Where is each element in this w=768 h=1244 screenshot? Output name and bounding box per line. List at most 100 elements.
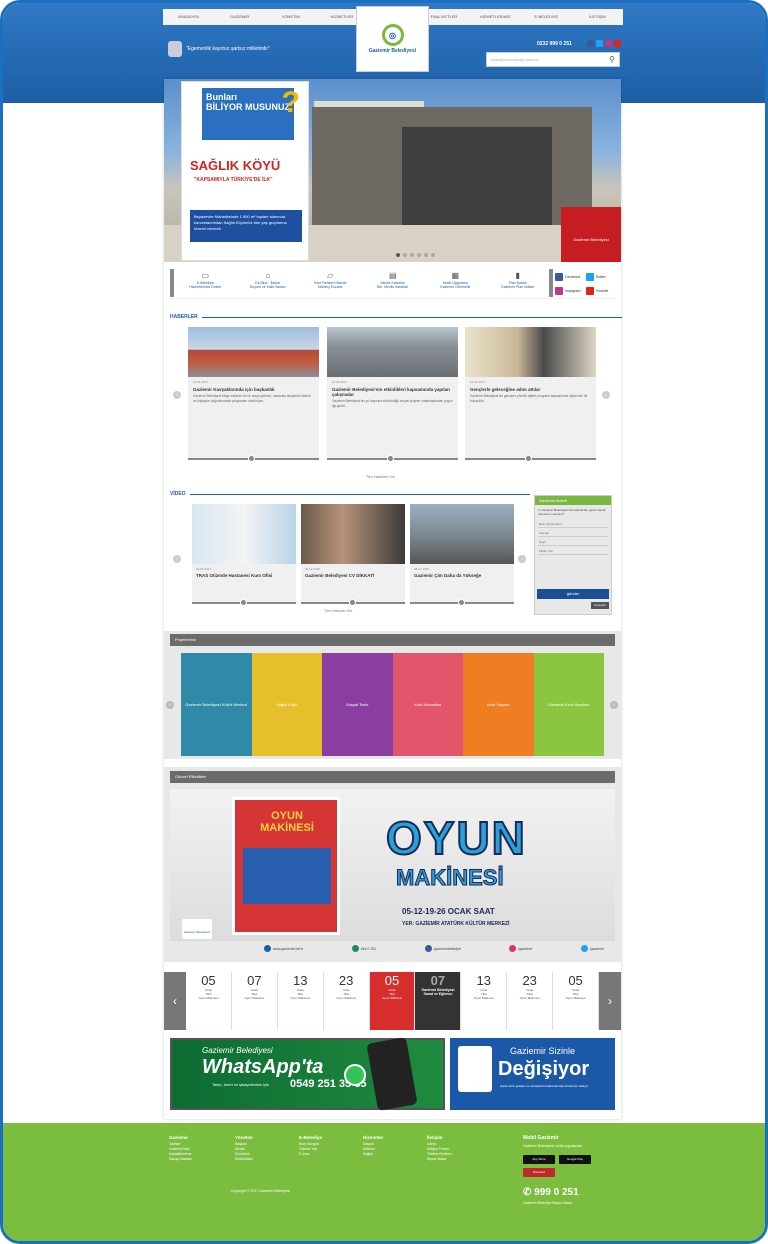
nav-item-gaziemir[interactable]: GAZİEMİR xyxy=(214,9,265,25)
instagram-icon[interactable] xyxy=(605,40,612,47)
project-tile[interactable]: Gaziemir Kent Meydanı xyxy=(533,653,604,756)
google-play-button[interactable]: Google Play xyxy=(559,1155,591,1164)
project-tile[interactable]: Sosyal Tesis xyxy=(322,653,393,756)
nav-item-hizmetlerimiz[interactable]: HİZMETLERİMİZ xyxy=(470,9,521,25)
degisiyor-banner[interactable]: Gaziemir Sizinle Değişiyor Gaziemir'in g… xyxy=(450,1038,615,1110)
project-tile[interactable]: Kent Yaşamı xyxy=(463,653,534,756)
promo-box: Beyazevler Mahallesinde 1.500 m² toplam … xyxy=(190,210,302,242)
twitter-icon[interactable] xyxy=(596,40,603,47)
survey-option[interactable]: Fikrim yok xyxy=(538,548,608,555)
twitter-icon xyxy=(580,945,588,952)
app-store-button[interactable]: App Store xyxy=(523,1155,555,1164)
quick-social-facebook[interactable]: Facebook xyxy=(555,271,583,282)
survey-option[interactable]: Hayır xyxy=(538,539,608,546)
banner-link-phone[interactable]: 444 0 251 xyxy=(351,945,376,952)
quick-link-plan[interactable]: ▮ Plan Notları Gaziemir Plan Notları xyxy=(487,269,550,298)
projects-prev-arrow[interactable]: ‹ xyxy=(166,701,174,709)
youtube-icon[interactable] xyxy=(614,40,621,47)
slider-dot[interactable] xyxy=(410,253,414,257)
footer-col: İletişim Adres İletişim Formu Telefon Re… xyxy=(427,1135,452,1162)
survey-option[interactable]: Evet memnunum xyxy=(538,521,608,528)
news-title: Gençlerle geleceğine adım attılar xyxy=(470,387,541,392)
project-tile[interactable]: Sağlık Köyü xyxy=(251,653,322,756)
event-banner[interactable]: OYUN MAKİNESİ OYUN MAKİNESİ 05-12-19-26 … xyxy=(170,789,615,941)
day-number: 07 xyxy=(247,973,262,988)
footer-link[interactable]: Sağlık xyxy=(363,1152,383,1157)
footer-link[interactable]: Sanayi Alanları xyxy=(169,1157,192,1162)
video-card[interactable]: 02.01.2017 TRAS Otizmde Hastanesi Kum Of… xyxy=(192,504,296,606)
video-card[interactable]: 30.12.2016 Gaziemir Belediyesi CV DİKKAT… xyxy=(301,504,405,606)
news-more-link[interactable]: Tüm Haberleri Gör xyxy=(366,475,395,479)
news-card[interactable]: 10.01.2017 Gençlerle geleceğine adım att… xyxy=(465,327,596,462)
slider-dot[interactable] xyxy=(396,253,400,257)
slider-dot[interactable] xyxy=(417,253,421,257)
nav-item-iletisim[interactable]: İLETİŞİM xyxy=(572,9,623,25)
project-tile[interactable]: Kent Hizmetleri xyxy=(392,653,463,756)
site-logo[interactable]: ◎ Gaziemir Belediyesi xyxy=(356,6,429,72)
survey-option[interactable]: Kısmen xyxy=(538,530,608,537)
quick-link-ebelediye[interactable]: ▭ E-Belediye Hizmetlerimiz Online xyxy=(174,269,237,298)
calendar-day[interactable]: 07 Ocak TEA Oyun Makinesi xyxy=(231,972,278,1030)
quick-social-twitter[interactable]: Twitter xyxy=(585,271,614,282)
calendar-day-active[interactable]: 05 Ocak TEA Oyun Makinesi xyxy=(369,972,416,1030)
video-knob xyxy=(240,599,247,606)
day-sub: Oyun Makinesi xyxy=(519,996,540,1000)
nav-item-anasayfa[interactable]: ANASAYFA xyxy=(163,9,214,25)
project-tile[interactable]: Gaziemir Belediyesi Kültür Merkezi xyxy=(181,653,252,756)
banner-link-facebook[interactable]: /gaziemirbelediye xyxy=(424,945,461,952)
slider-dot[interactable] xyxy=(431,253,435,257)
slider-dot[interactable] xyxy=(424,253,428,257)
banner-link-twitter[interactable]: /gaziemir xyxy=(580,945,604,952)
search-input[interactable]: Aradığınız kelimeyi yazınız ⚲ xyxy=(486,52,620,67)
calendar-day[interactable]: 05 Ocak TEA Oyun Makinesi xyxy=(186,972,232,1030)
quick-link-ilanlar[interactable]: ⌂ Ek Bina - İlanlar Duyuru ve İhale İlanla… xyxy=(237,269,300,298)
nav-item-yonetim[interactable]: YÖNETİM xyxy=(265,9,316,25)
news-card[interactable]: 12.01.2017 Gaziemir Kavşaklarında için b… xyxy=(188,327,319,462)
projects-next-arrow[interactable]: › xyxy=(610,701,618,709)
footer-link[interactable]: Müdürlükler xyxy=(235,1157,253,1162)
promo-ask-main: BİLİYOR MUSUNUZ xyxy=(206,102,290,112)
day-number: 05 xyxy=(384,973,400,988)
quick-social-youtube[interactable]: Youtube xyxy=(585,285,614,296)
calendar-day[interactable]: 05 Ocak TEA Oyun Makinesi xyxy=(553,972,600,1030)
footer: Gaziemir Tarihçe Gaziemir'imiz Mahallele… xyxy=(3,1123,765,1241)
calendar-day[interactable]: 13 Ocak TEA Oyun Makinesi xyxy=(461,972,508,1030)
news-card[interactable]: 11.01.2017 Gaziemir Belediyesi'nin etkin… xyxy=(327,327,458,462)
news-next-arrow[interactable]: › xyxy=(602,391,610,399)
footer-link[interactable]: Beyaz Masa xyxy=(427,1157,452,1162)
calendar-next-button[interactable]: › xyxy=(599,972,622,1030)
news-desc: Gaziemir Belediyesi'nin gençlere yönelik… xyxy=(470,394,588,403)
calendar-day-featured[interactable]: 07 Gaziemir Belediyesi Sanat ve Eğlence xyxy=(415,972,462,1030)
hero-slider[interactable]: Bunları BİLİYOR MUSUNUZ ? SAĞLIK KÖYÜ "K… xyxy=(164,79,621,262)
nav-item-ebelediye[interactable]: E-BELEDİYE xyxy=(521,9,572,25)
quick-link-kent-rehberi[interactable]: ▱ Kent Rehberi Hizmet Nöbetçi Eczane xyxy=(299,269,362,298)
whatsapp-banner[interactable]: Gaziemir Belediyesi WhatsApp'ta Talep, ö… xyxy=(170,1037,445,1111)
calendar-prev-button[interactable]: ‹ xyxy=(164,972,186,1030)
quick-link-meclis[interactable]: ▤ Meclis Kararları Bel. Meclis Kararları xyxy=(362,269,425,298)
video-next-arrow[interactable]: › xyxy=(518,555,526,563)
quick-social-instagram[interactable]: Instagram xyxy=(555,285,583,296)
windows-store-button[interactable]: Windows xyxy=(523,1168,555,1177)
search-icon[interactable]: ⚲ xyxy=(609,55,615,65)
calendar-day[interactable]: 23 Ocak TEA Oyun Makinesi xyxy=(323,972,370,1030)
divider xyxy=(189,493,530,495)
video-prev-arrow[interactable]: ‹ xyxy=(173,555,181,563)
footer-mobile-title: Mobil Gaziemir xyxy=(523,1135,559,1141)
calendar-day[interactable]: 23 Ocak TEA Oyun Makinesi xyxy=(507,972,554,1030)
footer-link[interactable]: E-İmar xyxy=(299,1152,322,1157)
news-prev-arrow[interactable]: ‹ xyxy=(173,391,181,399)
survey-results-button[interactable]: Sonuçlar xyxy=(591,602,609,609)
monitor-icon: ▭ xyxy=(201,271,210,280)
quick-link-mobil[interactable]: ▦ Mobil Uygulama Gaziemir Cebinizde xyxy=(424,269,487,298)
survey-vote-button[interactable]: gönder xyxy=(537,589,609,599)
banner-link-instagram[interactable]: /gaziemir xyxy=(509,945,532,952)
promo-question: Bunları BİLİYOR MUSUNUZ ? xyxy=(202,88,300,140)
ds-line1: Gaziemir Sizinle xyxy=(510,1046,576,1056)
calendar-day[interactable]: 13 Ocak TEA Oyun Makinesi xyxy=(277,972,324,1030)
video-card[interactable]: 28.12.2016 Gaziemir Çim Daha da Yükseğe xyxy=(410,504,514,606)
slider-dot[interactable] xyxy=(403,253,407,257)
banner-link-web[interactable]: www.gaziemir.bel.tr xyxy=(264,945,303,952)
facebook-icon[interactable] xyxy=(587,40,594,47)
video-more-link[interactable]: Tüm Videoları Gör xyxy=(324,609,353,613)
news-knob xyxy=(387,455,394,462)
